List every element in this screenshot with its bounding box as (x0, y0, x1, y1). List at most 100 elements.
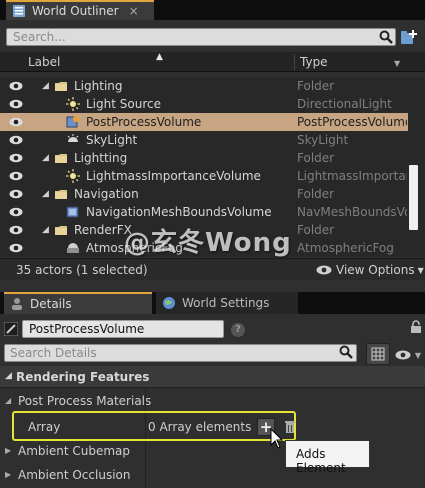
light-actor-icon (66, 97, 80, 111)
chevron-down-icon: ▼ (417, 265, 424, 275)
view-options-eye-button[interactable]: ▼ (395, 349, 421, 363)
eye-icon (316, 265, 332, 275)
column-type[interactable]: Type (300, 55, 328, 69)
chevron-right-icon: ▶ (5, 446, 12, 455)
column-divider[interactable] (294, 54, 295, 70)
folder-icon (55, 82, 67, 91)
outliner-row-label: LightmassImportanceVolume (86, 169, 261, 183)
search-icon[interactable] (379, 30, 393, 44)
column-dropdown-icon[interactable]: ▼ (394, 59, 400, 68)
outliner-row-label: NavigationMeshBoundsVolume (86, 205, 272, 219)
add-folder-icon[interactable] (400, 30, 418, 46)
help-icon[interactable]: ? (231, 323, 245, 337)
prop-label: Post Process Materials (18, 394, 152, 408)
array-value: 0 Array elements (148, 420, 252, 434)
prop-label: Ambient Occlusion (18, 468, 131, 482)
trash-icon[interactable] (284, 420, 296, 434)
outliner-row[interactable]: NavigationMeshBoundsVolume NavMeshBoundsV… (0, 203, 408, 221)
details-icon (12, 298, 22, 310)
category-rendering-features[interactable]: ◢ Rendering Features (0, 366, 425, 388)
eye-icon[interactable] (9, 189, 23, 199)
pencil-icon (4, 322, 18, 336)
eye-icon (395, 350, 411, 360)
property-matrix-button[interactable] (366, 343, 390, 365)
eye-icon[interactable] (9, 135, 23, 145)
eye-icon[interactable] (9, 81, 23, 91)
outliner-row-type: AtmosphericFog (297, 241, 394, 255)
close-icon[interactable]: × (129, 4, 139, 18)
fog-actor-icon (67, 243, 79, 253)
outliner-row[interactable]: ◢ Lightting Folder (0, 149, 408, 167)
outliner-row-type: PostProcessVolume (297, 115, 407, 129)
column-label[interactable]: Label (28, 55, 60, 69)
details-search-box[interactable] (4, 344, 357, 362)
folder-icon (55, 190, 67, 199)
light-actor-icon (66, 169, 80, 183)
eye-icon[interactable] (9, 171, 23, 181)
outliner-row-type: DirectionalLight (297, 97, 392, 111)
tab-world-settings[interactable]: World Settings (156, 292, 298, 314)
prop-post-process-materials[interactable]: ◢ Post Process Materials (0, 390, 425, 412)
outliner-scrollbar[interactable] (409, 165, 418, 230)
tooltip: Adds Element (285, 440, 370, 475)
eye-icon[interactable] (9, 117, 23, 127)
eye-icon[interactable] (9, 207, 23, 217)
tab-details[interactable]: Details (4, 292, 152, 314)
folder-icon (55, 154, 67, 163)
chevron-down-icon[interactable]: ◢ (42, 225, 49, 235)
tab-world-outliner[interactable]: World Outliner × (6, 0, 154, 20)
outliner-column-header: Label ▲ Type ▼ (0, 52, 425, 72)
outliner-row-label: Navigation (74, 187, 139, 201)
eye-icon[interactable] (9, 225, 23, 235)
details-tab-bar: Details World Settings (0, 292, 425, 314)
sky-actor-icon (67, 134, 79, 142)
outliner-row[interactable]: ◢ Lighting Folder (0, 77, 408, 95)
globe-icon (163, 297, 175, 309)
tab-world-outliner-label: World Outliner (32, 4, 119, 18)
array-property-row[interactable]: Array 0 Array elements (12, 411, 296, 441)
visibility-column-icon (10, 57, 22, 67)
eye-icon[interactable] (9, 153, 23, 163)
view-options-label: View Options (336, 263, 415, 277)
tab-world-settings-label: World Settings (182, 296, 270, 310)
outliner-row-label: Lighting (74, 79, 123, 93)
object-name-field[interactable]: PostProcessVolume (22, 320, 224, 338)
prop-label: Ambient Cubemap (18, 444, 131, 458)
outliner-row-type: Folder (297, 79, 335, 93)
chevron-down-icon[interactable]: ◢ (42, 81, 49, 91)
chevron-right-icon: ▶ (5, 470, 12, 479)
outliner-icon (13, 5, 25, 17)
outliner-search-box[interactable] (6, 28, 396, 46)
chevron-down-icon[interactable]: ◢ (42, 153, 49, 163)
array-label: Array (28, 420, 61, 434)
outliner-row[interactable]: LightmassImportanceVolume LightmassImport… (0, 167, 408, 185)
outliner-row-label: SkyLight (86, 133, 138, 147)
sort-ascending-icon: ▲ (156, 52, 163, 62)
outliner-row[interactable]: SkyLight SkyLight (0, 131, 408, 149)
mouse-cursor-icon (270, 428, 284, 449)
tab-details-label: Details (30, 297, 72, 311)
object-row: PostProcessVolume ? (0, 318, 425, 340)
chevron-down-icon: ◢ (5, 396, 12, 405)
outliner-row[interactable]: ◢ Navigation Folder (0, 185, 408, 203)
outliner-status-bar: 35 actors (1 selected) View Options ▼ (0, 258, 425, 280)
chevron-down-icon: ▼ (414, 351, 421, 360)
outliner-row-type: Folder (297, 187, 335, 201)
lock-icon[interactable] (410, 320, 422, 334)
details-search-input[interactable] (5, 345, 335, 361)
outliner-row-label: PostProcessVolume (86, 115, 202, 129)
view-options-button[interactable]: View Options ▼ (316, 263, 424, 277)
search-icon[interactable] (339, 345, 353, 359)
outliner-tab-bar: World Outliner × (0, 0, 425, 20)
outliner-row-type: LightmassImportanc (297, 169, 407, 183)
chevron-down-icon[interactable]: ◢ (42, 189, 49, 199)
watermark: @玄冬Wong (124, 228, 292, 258)
outliner-search-input[interactable] (7, 29, 367, 45)
outliner-row[interactable]: Light Source DirectionalLight (0, 95, 408, 113)
grid-icon (371, 347, 385, 361)
nav-actor-icon (66, 206, 79, 218)
outliner-row[interactable]: PostProcessVolume PostProcessVolume (0, 113, 408, 131)
eye-icon[interactable] (9, 99, 23, 109)
folder-icon (55, 226, 67, 235)
eye-icon[interactable] (9, 243, 23, 253)
